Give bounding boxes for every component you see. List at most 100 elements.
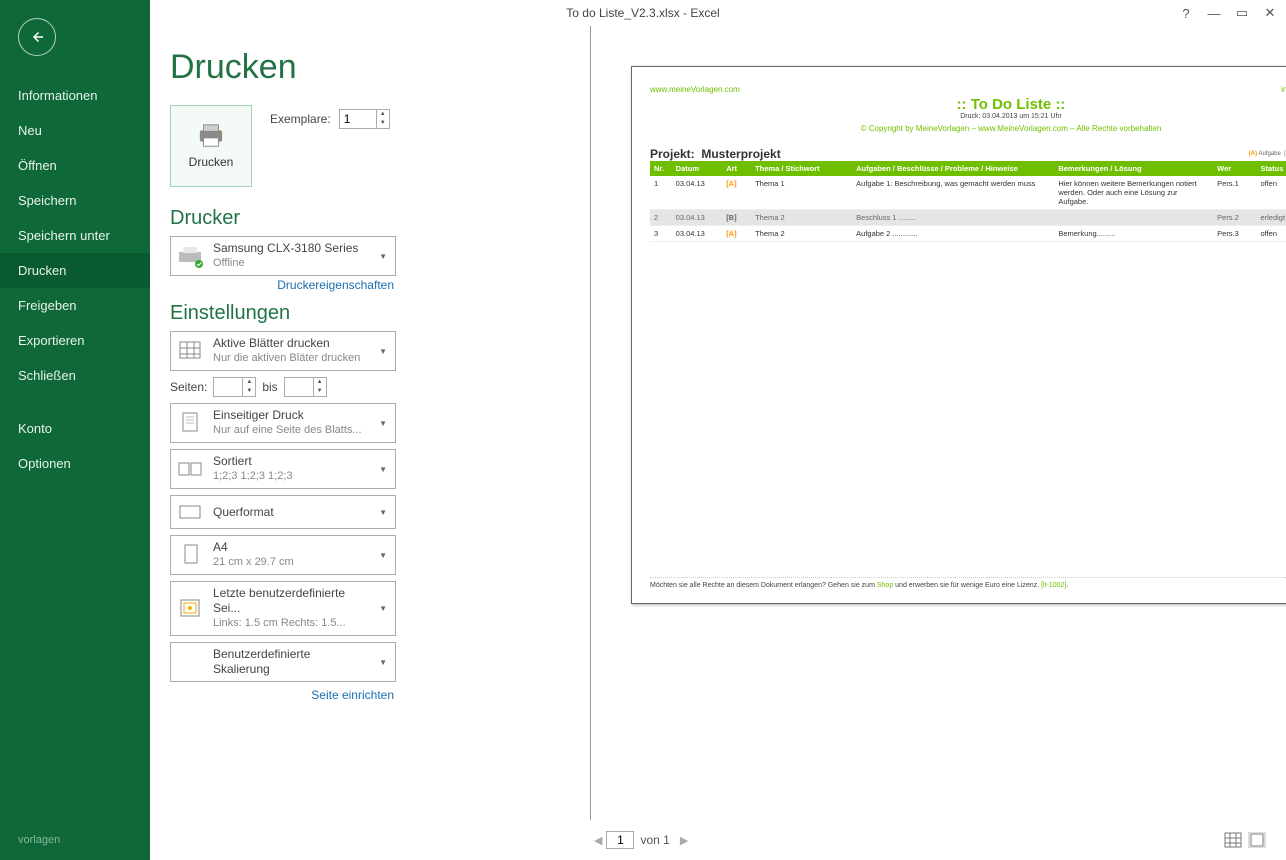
spin-up-icon[interactable]: ▲: [377, 110, 389, 119]
chevron-down-icon[interactable]: ▼: [377, 551, 389, 560]
close-icon[interactable]: ✕: [1262, 5, 1278, 21]
chevron-down-icon[interactable]: ▼: [377, 508, 389, 517]
setting-0[interactable]: Aktive Blätter druckenNur die aktiven Bl…: [170, 331, 396, 371]
page-of-label: von 1: [634, 833, 675, 847]
margins-icon: [177, 597, 205, 621]
show-margins-icon[interactable]: [1224, 832, 1242, 848]
col-header: Datum: [672, 161, 723, 176]
next-page-icon[interactable]: ▶: [676, 834, 692, 847]
setting-sub: 21 cm x 29.7 cm: [213, 555, 369, 570]
nav-item-informationen[interactable]: Informationen: [0, 78, 150, 113]
col-header: Thema / Stichwort: [751, 161, 852, 176]
chevron-down-icon[interactable]: ▼: [377, 465, 389, 474]
nav-item-exportieren[interactable]: Exportieren: [0, 323, 150, 358]
orientation-icon: [177, 500, 205, 524]
setting-1[interactable]: Einseitiger DruckNur auf eine Seite des …: [170, 403, 396, 443]
setting-4[interactable]: A421 cm x 29.7 cm ▼: [170, 535, 396, 575]
col-header: Status: [1256, 161, 1286, 176]
print-button[interactable]: Drucken: [170, 105, 252, 187]
printer-icon: [196, 123, 226, 149]
doc-printed: Druck: 03.04.2013 um 15:21 Uhr: [650, 113, 1286, 120]
sidebar-footer: vorlagen: [18, 834, 60, 846]
nav-item-speichern-unter[interactable]: Speichern unter: [0, 218, 150, 253]
print-preview: www.meineVorlagen.com info@meinevorlagen…: [590, 26, 1266, 820]
page-number-input[interactable]: [606, 831, 634, 849]
window-title: To do Liste_V2.3.xlsx - Excel: [566, 6, 719, 20]
setting-sub: Nur die aktiven Bläter drucken: [213, 351, 369, 366]
page-icon: [177, 411, 205, 435]
pages-label: Seiten:: [170, 380, 207, 394]
printer-device-icon: [177, 244, 205, 268]
title-bar: To do Liste_V2.3.xlsx - Excel ? — ▭ ✕: [0, 0, 1286, 26]
doc-title: :: To Do Liste ::: [650, 96, 1286, 113]
backstage-sidebar: InformationenNeuÖffnenSpeichernSpeichern…: [0, 0, 150, 860]
todo-table: Nr.DatumArtThema / StichwortAufgaben / B…: [650, 161, 1286, 242]
nav-item-drucken[interactable]: Drucken: [0, 253, 150, 288]
printer-properties-link[interactable]: Druckereigenschaften: [170, 278, 396, 292]
setting-title: Benutzerdefinierte Skalierung: [213, 647, 310, 676]
collate-icon: [177, 457, 205, 481]
pages-to-label: bis: [262, 380, 277, 394]
zoom-to-page-icon[interactable]: [1248, 832, 1266, 848]
doc-link-left: www.meineVorlagen.com: [650, 85, 740, 94]
pages-to[interactable]: ▲▼: [284, 377, 327, 397]
setting-title: Einseitiger Druck: [213, 408, 304, 422]
restore-icon[interactable]: ▭: [1234, 5, 1250, 21]
nav-item-schließen[interactable]: Schließen: [0, 358, 150, 393]
prev-page-icon[interactable]: ◀: [590, 834, 606, 847]
setting-title: A4: [213, 540, 228, 554]
project-name: Musterprojekt: [701, 147, 780, 161]
doc-copyright: © Copyright by MeineVorlagen – www.Meine…: [650, 124, 1286, 133]
setting-3[interactable]: Querformat▼: [170, 495, 396, 529]
col-header: Wer: [1213, 161, 1256, 176]
setting-6[interactable]: Benutzerdefinierte Skalierung ▼: [170, 642, 396, 682]
spin-down-icon[interactable]: ▼: [377, 119, 389, 128]
copies-input[interactable]: ▲▼: [339, 109, 390, 129]
setting-title: Sortiert: [213, 454, 252, 468]
nav-item-neu[interactable]: Neu: [0, 113, 150, 148]
minimize-icon[interactable]: —: [1206, 6, 1222, 21]
col-header: Aufgaben / Beschlüsse / Probleme / Hinwe…: [852, 161, 1054, 176]
setting-sub: 1;2;3 1;2;3 1;2;3: [213, 469, 369, 484]
setting-title: Letzte benutzerdefinierte Sei...: [213, 586, 345, 615]
preview-page: www.meineVorlagen.com info@meinevorlagen…: [631, 66, 1286, 604]
paper-icon: [177, 543, 205, 567]
col-header: Art: [722, 161, 751, 176]
arrow-left-icon: [28, 28, 46, 46]
back-button[interactable]: [18, 18, 56, 56]
print-button-label: Drucken: [189, 155, 234, 169]
setting-sub: Links: 1.5 cm Rechts: 1.5...: [213, 616, 369, 631]
printer-name: Samsung CLX-3180 Series: [213, 241, 358, 255]
help-icon[interactable]: ?: [1178, 6, 1194, 21]
table-row: 103.04.13[A]Thema 1Aufgabe 1: Beschreibu…: [650, 176, 1286, 210]
nav-item-speichern[interactable]: Speichern: [0, 183, 150, 218]
setting-2[interactable]: Sortiert1;2;3 1;2;3 1;2;3 ▼: [170, 449, 396, 489]
pages-from[interactable]: ▲▼: [213, 377, 256, 397]
table-row: 303.04.13[A]Thema 2Aufgabe 2 ...........…: [650, 226, 1286, 242]
printer-selector[interactable]: Samsung CLX-3180 Series Offline ▼: [170, 236, 396, 276]
table-row: 203.04.13[B]Thema 2Beschluss 1 ........P…: [650, 210, 1286, 226]
main-panel: Drucken Drucken Exemplare: ▲▼ Dr: [150, 26, 1286, 860]
col-header: Nr.: [650, 161, 672, 176]
nav-item-öffnen[interactable]: Öffnen: [0, 148, 150, 183]
setting-sub: Nur auf eine Seite des Blatts...: [213, 423, 369, 438]
copies-label: Exemplare:: [270, 112, 331, 126]
chevron-down-icon[interactable]: ▼: [377, 658, 389, 667]
chevron-down-icon[interactable]: ▼: [377, 347, 389, 356]
chevron-down-icon[interactable]: ▼: [377, 604, 389, 613]
nav-item-optionen[interactable]: Optionen: [0, 446, 150, 481]
doc-link-right: info@meinevorlagen.com: [1281, 85, 1286, 94]
chevron-down-icon[interactable]: ▼: [377, 252, 389, 261]
setting-title: Aktive Blätter drucken: [213, 336, 330, 350]
sheet-icon: [177, 339, 205, 363]
page-setup-link[interactable]: Seite einrichten: [170, 688, 396, 702]
project-label: Projekt:: [650, 147, 695, 161]
copies-field[interactable]: [340, 112, 376, 126]
chevron-down-icon[interactable]: ▼: [377, 419, 389, 428]
nav-item-konto[interactable]: Konto: [0, 411, 150, 446]
nav-item-freigeben[interactable]: Freigeben: [0, 288, 150, 323]
doc-bottom-text: Möchten sie alle Rechte an diesem Dokume…: [650, 582, 1068, 589]
col-header: Bemerkungen / Lösung: [1054, 161, 1213, 176]
setting-5[interactable]: Letzte benutzerdefinierte Sei...Links: 1…: [170, 581, 396, 636]
preview-navigation: ◀ von 1 ▶: [590, 826, 1266, 854]
